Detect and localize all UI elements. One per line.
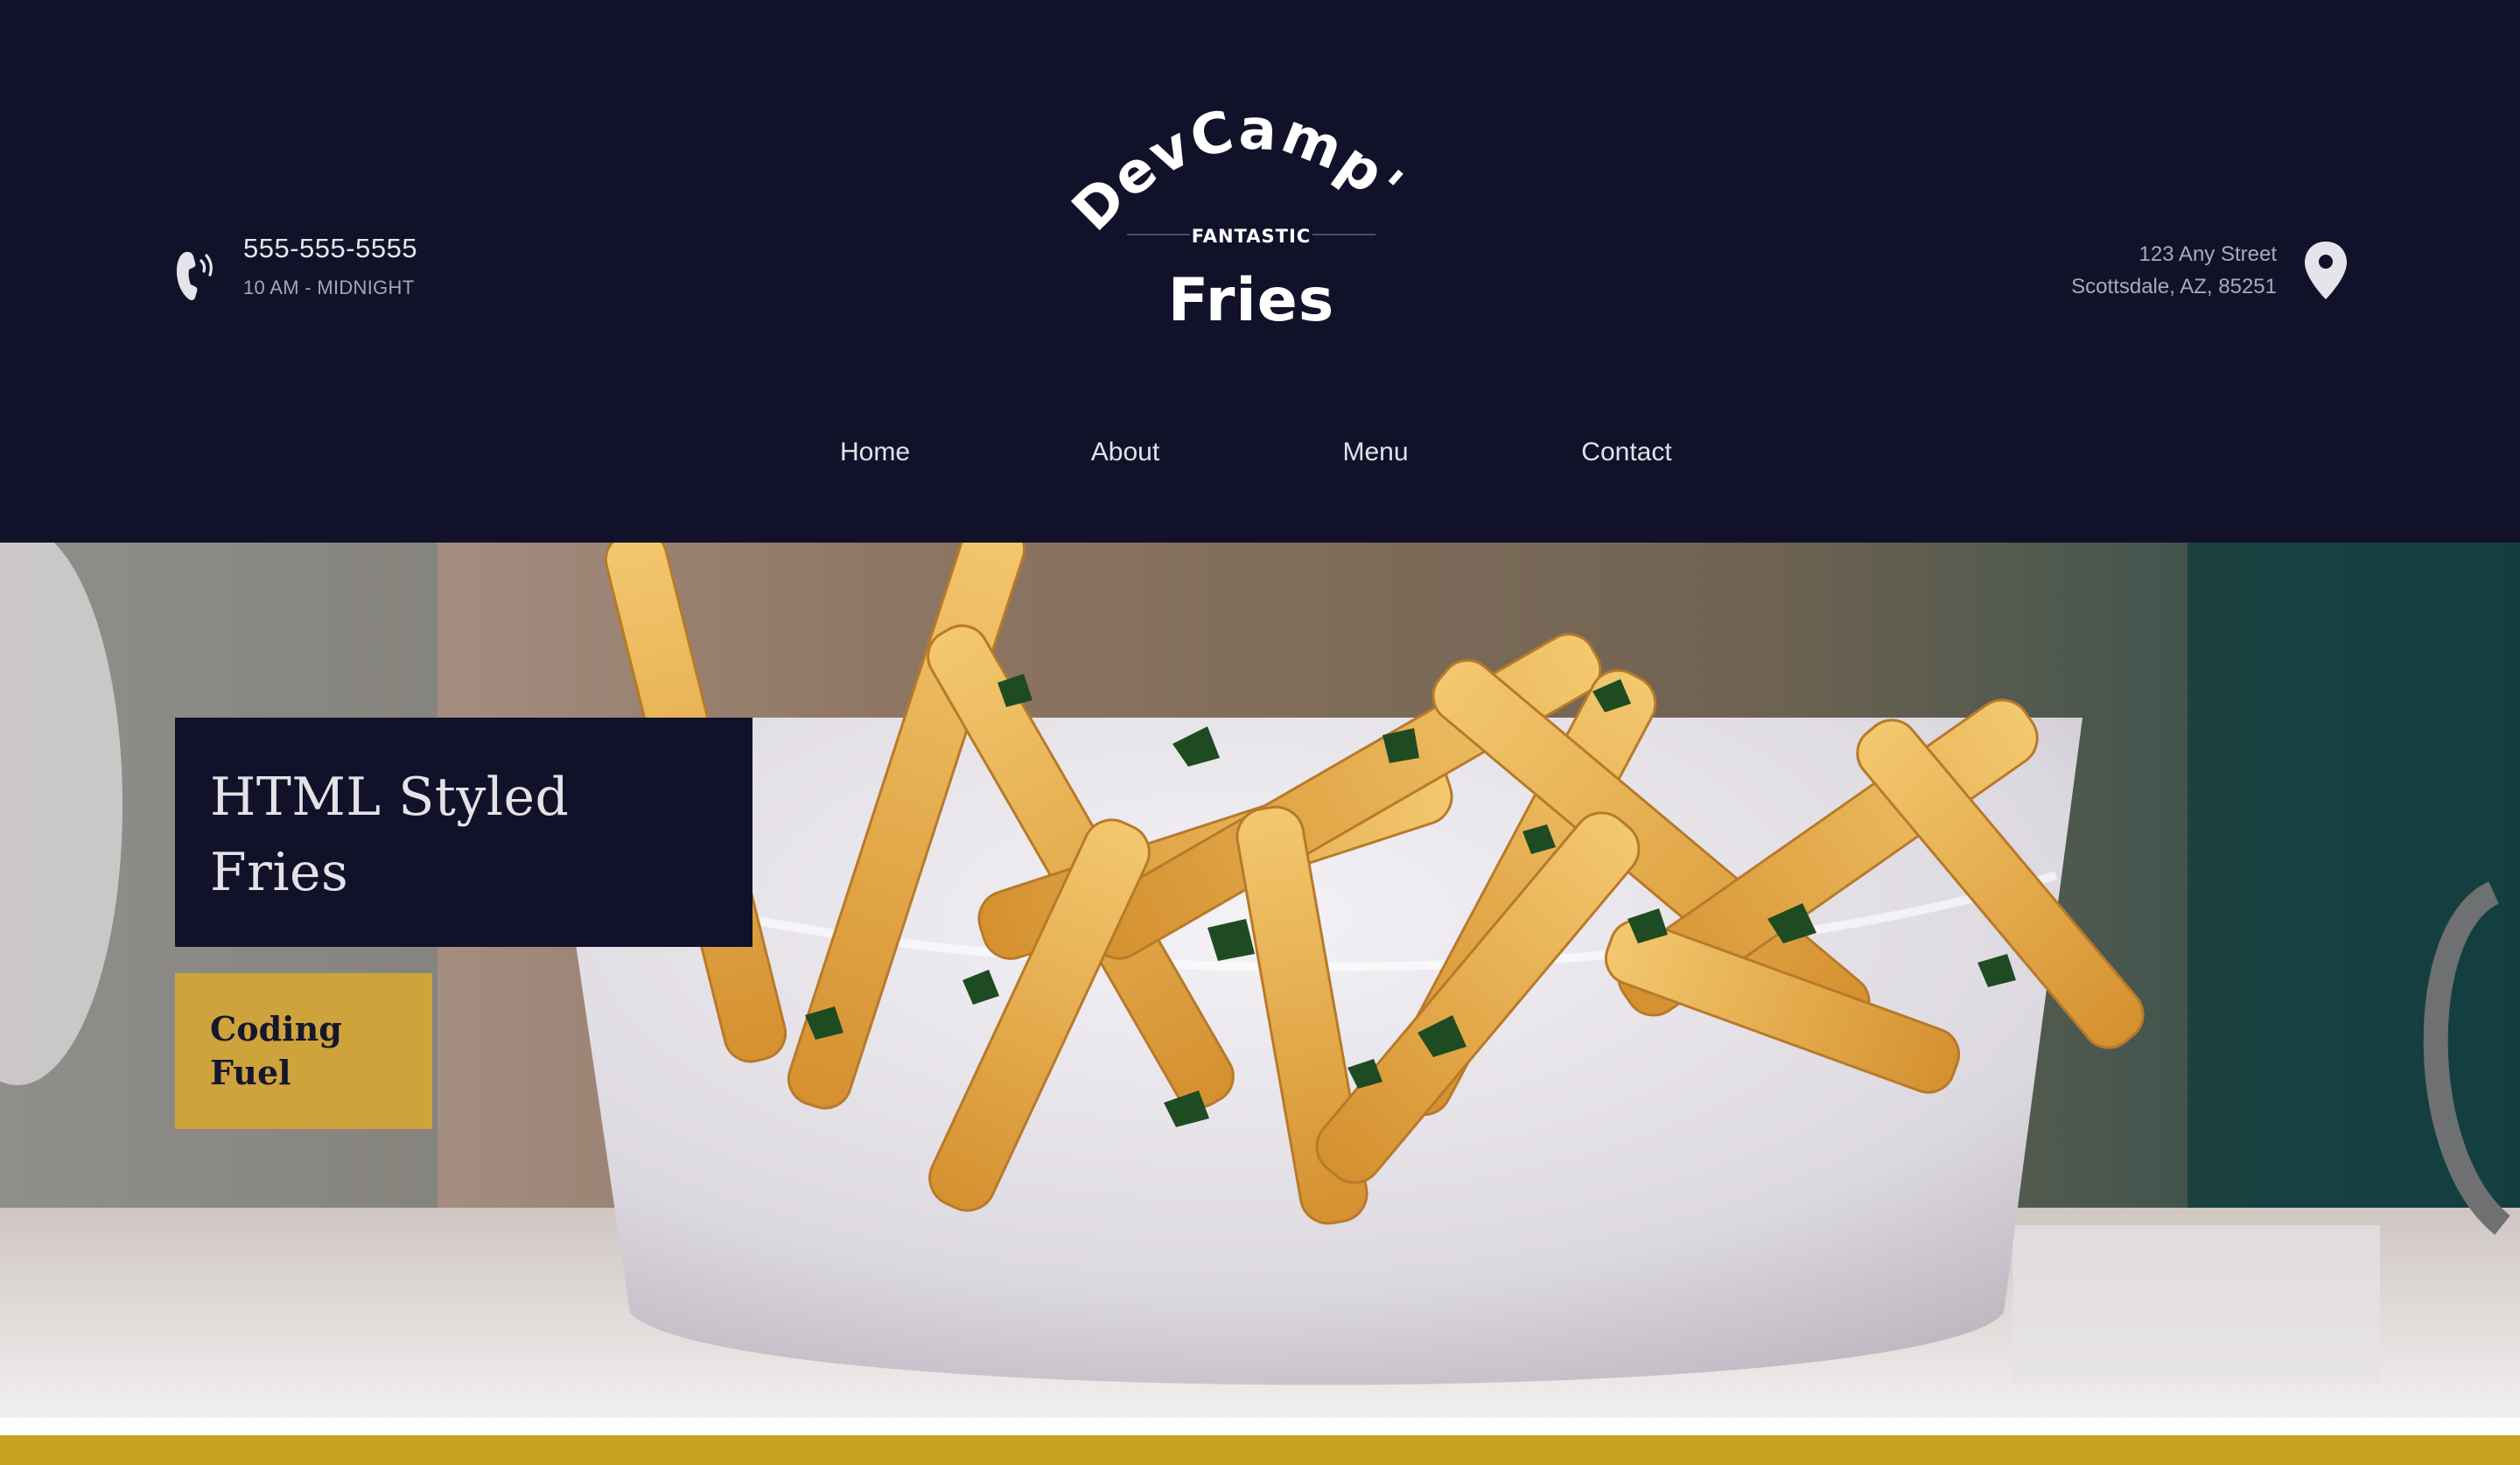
- phone-icon: [173, 229, 243, 309]
- logo-product: Fries: [1168, 266, 1335, 335]
- main-nav: Home About Menu Contact: [0, 438, 2520, 490]
- address-street: 123 Any Street: [2138, 242, 2277, 266]
- logo[interactable]: DevCamp's FANTASTIC Fries: [1060, 46, 1418, 341]
- address-contact: 123 Any Street Scottsdale, AZ, 85251: [2071, 238, 2350, 305]
- coding-fuel-button-label: Coding Fuel: [210, 1009, 342, 1092]
- phone-number[interactable]: 555-555-5555: [243, 229, 417, 268]
- hero-section: HTML Styled Fries Coding Fuel: [0, 543, 2520, 1418]
- next-section-preview: [0, 1435, 2520, 1465]
- logo-brand: DevCamp's: [1060, 46, 1416, 244]
- coding-fuel-button[interactable]: Coding Fuel: [175, 973, 432, 1129]
- hero-title: HTML Styled Fries: [210, 767, 570, 903]
- page: 555-555-5555 10 AM - MIDNIGHT DevCamp's …: [0, 0, 2520, 1465]
- address-city: Scottsdale, AZ, 85251: [2071, 275, 2277, 298]
- map-pin-icon: [2301, 238, 2350, 305]
- nav-home[interactable]: Home: [840, 438, 910, 467]
- business-hours: 10 AM - MIDNIGHT: [243, 277, 415, 298]
- phone-contact: 555-555-5555 10 AM - MIDNIGHT: [173, 229, 417, 309]
- nav-menu[interactable]: Menu: [1342, 438, 1408, 467]
- section-divider: [0, 1418, 2520, 1435]
- site-header: 555-555-5555 10 AM - MIDNIGHT DevCamp's …: [0, 0, 2520, 543]
- nav-contact[interactable]: Contact: [1581, 438, 1671, 467]
- nav-about[interactable]: About: [1091, 438, 1159, 467]
- hero-title-box: HTML Styled Fries: [175, 718, 752, 947]
- logo-tagline: FANTASTIC: [1192, 226, 1311, 247]
